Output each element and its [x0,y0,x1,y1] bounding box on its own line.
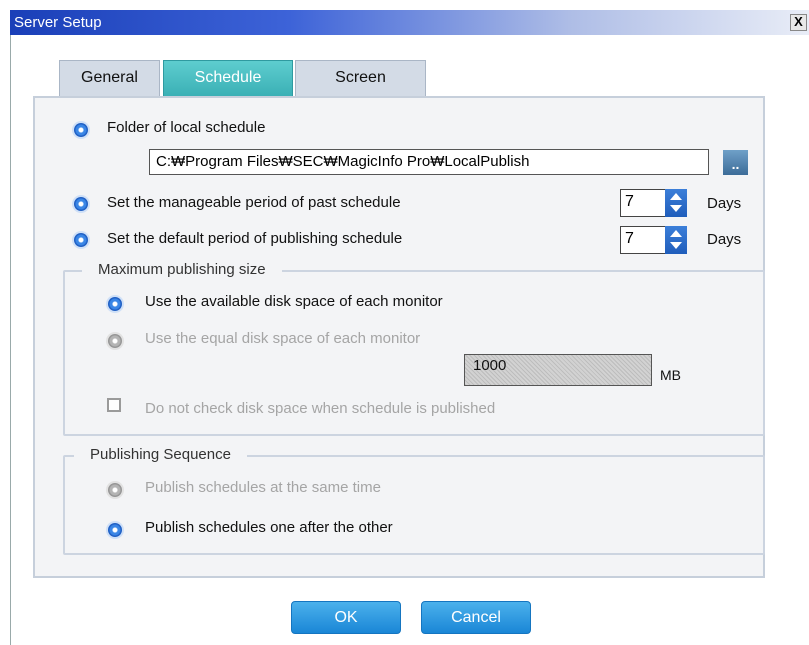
spin-up-icon [670,193,682,200]
title-bar: Server Setup X [10,10,809,35]
publish-period-input[interactable]: 7 [620,226,665,254]
publish-period-stepper[interactable] [665,226,687,254]
equal-space-label: Use the equal disk space of each monitor [145,330,421,347]
spin-down-icon [670,242,682,249]
one-after-label: Publish schedules one after the other [145,519,393,536]
max-size-legend: Maximum publishing size [82,261,282,278]
sequence-group [63,455,765,555]
sequence-legend: Publishing Sequence [74,446,247,463]
past-period-stepper[interactable] [665,189,687,217]
past-period-unit: Days [707,195,742,212]
spin-down-icon [670,205,682,212]
browse-button[interactable]: .. [723,150,748,175]
past-period-input[interactable]: 7 [620,189,665,217]
folder-label: Folder of local schedule [107,119,266,136]
same-time-radio[interactable] [108,483,122,497]
publish-period-unit: Days [707,231,742,248]
no-check-checkbox[interactable] [107,398,121,412]
size-unit: MB [660,367,681,383]
folder-radio[interactable] [74,123,88,137]
publish-period-radio[interactable] [74,233,88,247]
no-check-label: Do not check disk space when schedule is… [145,400,496,417]
tab-screen[interactable]: Screen [295,60,426,96]
past-period-radio[interactable] [74,197,88,211]
folder-path-field[interactable]: C:₩Program Files₩SEC₩MagicInfo Pro₩Local… [149,149,709,175]
available-space-radio[interactable] [108,297,122,311]
publish-period-label: Set the default period of publishing sch… [107,230,403,247]
tab-general[interactable]: General [59,60,160,96]
past-period-label: Set the manageable period of past schedu… [107,194,401,211]
one-after-radio[interactable] [108,523,122,537]
cancel-button[interactable]: Cancel [421,601,531,634]
size-input[interactable]: 1000 [464,354,652,386]
spin-up-icon [670,230,682,237]
same-time-label: Publish schedules at the same time [145,479,381,496]
equal-space-radio[interactable] [108,334,122,348]
ok-button[interactable]: OK [291,601,401,634]
close-icon[interactable]: X [790,14,807,31]
tab-schedule[interactable]: Schedule [163,60,293,96]
available-space-label: Use the available disk space of each mon… [145,293,443,310]
window-title: Server Setup [14,14,102,31]
